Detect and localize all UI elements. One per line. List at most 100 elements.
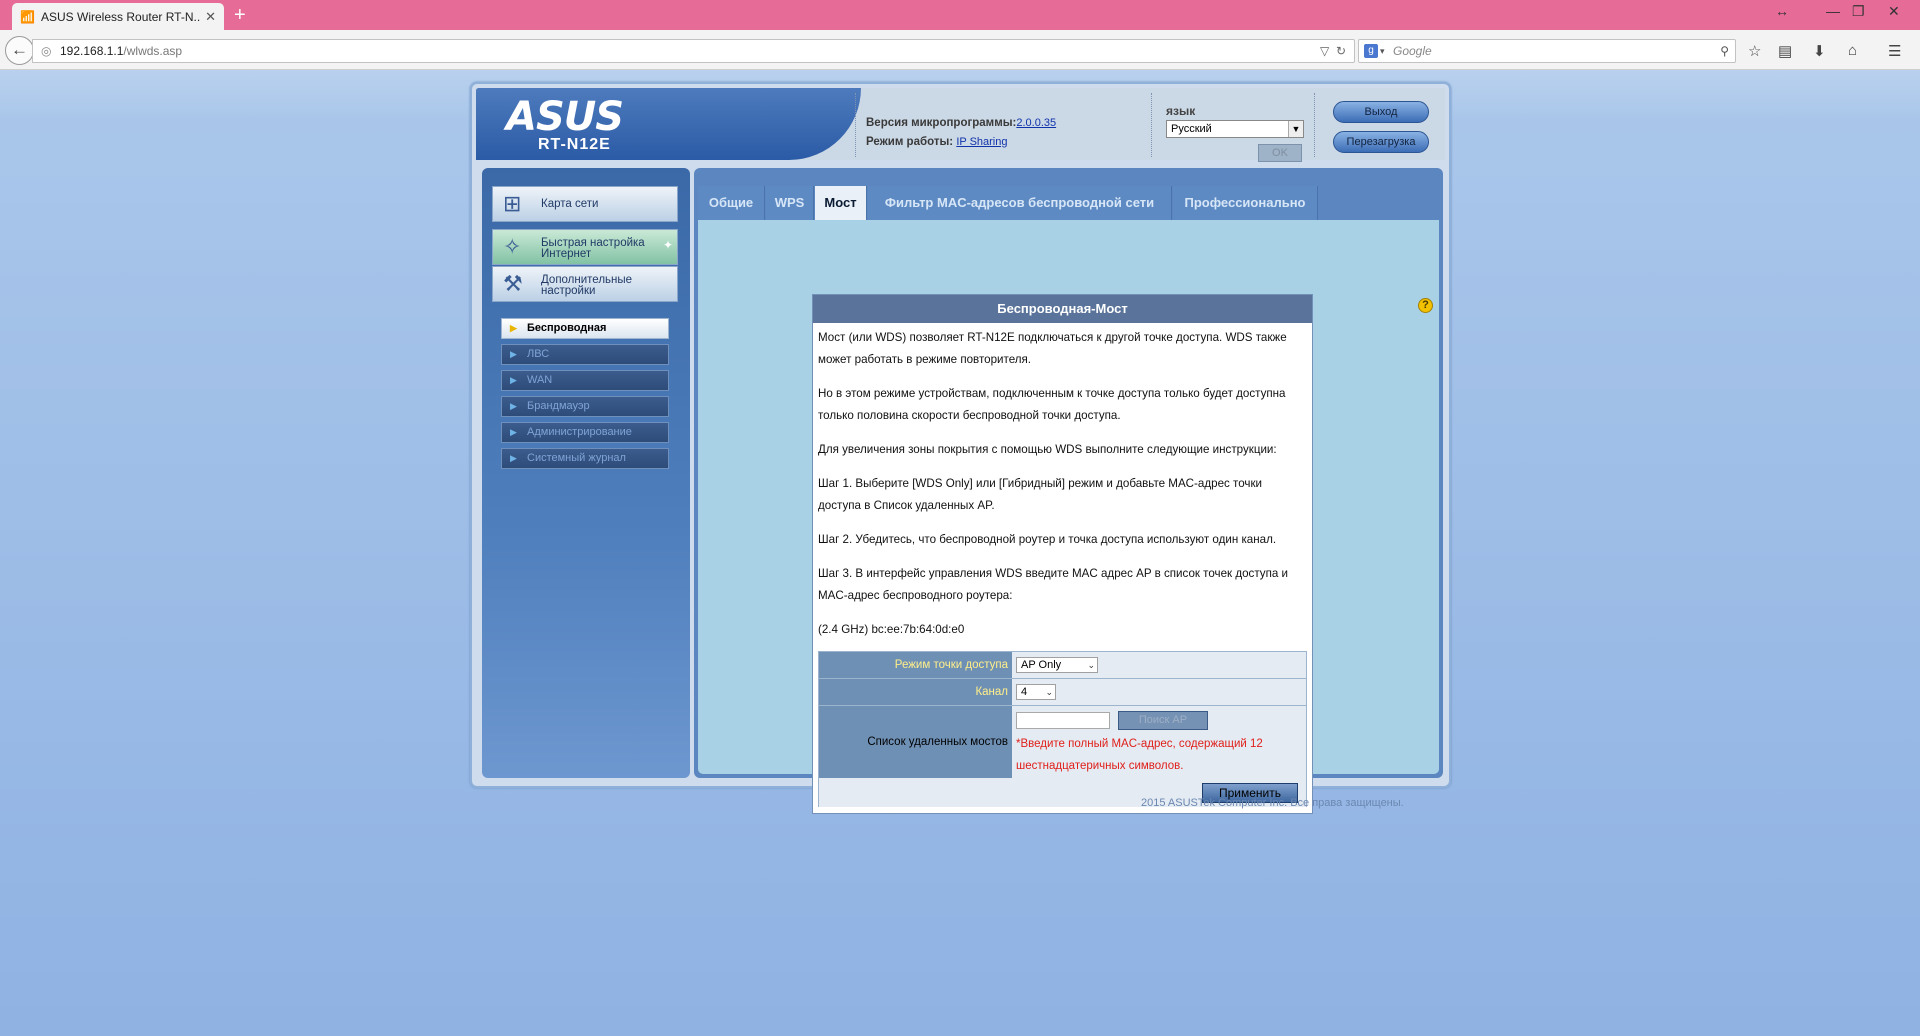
panel-title: Беспроводная-Мост: [813, 295, 1312, 323]
submenu-wan[interactable]: ▶ WAN: [501, 370, 669, 391]
ap-mode-value: AP Only: [1021, 659, 1062, 671]
divider: [855, 93, 856, 157]
asus-logo: ASUS: [506, 94, 624, 140]
desc-paragraph: Но в этом режиме устройствам, подключенн…: [818, 387, 1286, 422]
submenu-lan[interactable]: ▶ ЛВС: [501, 344, 669, 365]
tab-general[interactable]: Общие: [698, 186, 765, 220]
submenu-administration[interactable]: ▶ Администрирование: [501, 422, 669, 443]
model-name: RT-N12E: [538, 136, 611, 153]
wds-panel: Беспроводная-Мост Мост (или WDS) позволя…: [812, 294, 1313, 814]
desc-paragraph: Шаг 2. Убедитесь, что беспроводной роуте…: [818, 533, 1277, 546]
new-tab-icon[interactable]: +: [234, 5, 246, 25]
arrow-right-icon: ▶: [510, 349, 517, 359]
channel-label: Канал: [819, 679, 1012, 705]
firmware-info: Версия микропрограммы:2.0.0.35 Режим раб…: [866, 114, 1056, 152]
channel-value: 4: [1021, 686, 1028, 698]
language-label: язык: [1166, 104, 1196, 118]
engine-dropdown-icon[interactable]: ▾: [1380, 40, 1385, 62]
arrow-right-icon: ▶: [510, 427, 517, 437]
tab-wps[interactable]: WPS: [766, 186, 814, 220]
reload-icon[interactable]: ▽ ↻: [1320, 40, 1346, 62]
wds-form: Режим точки доступа AP Only ⌄ Канал 4 ⌄ …: [818, 651, 1307, 807]
mode-link[interactable]: IP Sharing: [956, 136, 1007, 148]
sidebar-item-label: Быстрая настройка Интернет: [541, 237, 645, 260]
ap-mode-label: Режим точки доступа: [819, 652, 1012, 678]
submenu-label: Системный журнал: [527, 452, 626, 464]
tab-professional[interactable]: Профессионально: [1173, 186, 1318, 220]
mode-label: Режим работы:: [866, 136, 954, 148]
bookmarks-list-icon[interactable]: ▤: [1778, 42, 1792, 60]
address-bar[interactable]: ◎ 192.168.1.1/wlwds.asp ▽ ↻: [32, 39, 1355, 63]
menu-hamburger-icon[interactable]: ☰: [1888, 42, 1901, 60]
tab-title: ASUS Wireless Router RT-N...: [41, 9, 202, 24]
mac-address-text: (2.4 GHz) bc:ee:7b:64:0d:e0: [818, 623, 965, 636]
globe-icon: ◎: [41, 44, 52, 58]
browser-tab[interactable]: 📶 ASUS Wireless Router RT-N... ✕: [12, 3, 224, 30]
desc-paragraph: Мост (или WDS) позволяет RT-N12E подключ…: [818, 331, 1287, 366]
submenu-label: ЛВС: [527, 348, 550, 360]
mac-error-text: *Введите полный MAC-адрес, содержащий 12…: [1016, 738, 1263, 772]
help-icon[interactable]: ?: [1418, 298, 1433, 313]
sidebar-item-label: Дополнительные настройки: [541, 274, 633, 297]
back-arrow-icon[interactable]: ←: [5, 36, 34, 65]
chevron-down-icon: ▼: [1288, 121, 1303, 137]
search-placeholder: Google: [1393, 44, 1432, 58]
browser-titlebar: 📶 ASUS Wireless Router RT-N... ✕ + ↔ — ❐…: [0, 0, 1920, 30]
download-icon[interactable]: ⬇: [1813, 42, 1826, 60]
tab-bridge[interactable]: Мост: [815, 186, 867, 220]
sidebar-item-advanced[interactable]: ⚒ Дополнительные настройки: [492, 266, 678, 302]
logo-area: ASUS RT-N12E: [476, 88, 861, 160]
url-path: /wlwds.asp: [123, 44, 183, 58]
browser-navbar: ← ◎ 192.168.1.1/wlwds.asp ▽ ↻ g ▾ Google…: [0, 30, 1920, 70]
form-row-channel: Канал 4 ⌄: [819, 679, 1306, 706]
tab-mac-filter[interactable]: Фильтр MAC-адресов беспроводной сети: [868, 186, 1172, 220]
remote-bridges-label: Список удаленных мостов: [819, 706, 1012, 778]
sidebar-item-label: Карта сети: [541, 198, 599, 210]
search-input[interactable]: g ▾ Google ⚲: [1358, 39, 1736, 63]
language-value: Русский: [1171, 123, 1212, 135]
firmware-link[interactable]: 2.0.0.35: [1016, 117, 1056, 129]
bookmark-star-icon[interactable]: ☆: [1748, 42, 1761, 60]
tab-close-icon[interactable]: ✕: [205, 9, 216, 25]
arrow-right-icon: ▶: [510, 375, 517, 385]
panel-description: Мост (или WDS) позволяет RT-N12E подключ…: [813, 323, 1312, 641]
wifi-favicon-icon: 📶: [20, 9, 35, 24]
form-row-ap-mode: Режим точки доступа AP Only ⌄: [819, 652, 1306, 679]
ap-mode-select[interactable]: AP Only ⌄: [1016, 657, 1098, 673]
desc-paragraph: Шаг 1. Выберите [WDS Only] или [Гибридны…: [818, 477, 1263, 512]
arrow-right-icon: ▶: [510, 453, 517, 463]
google-engine-icon[interactable]: g: [1364, 44, 1378, 58]
copyright-footer: 2015 ASUSTek Computer Inc. Все права защ…: [1141, 797, 1404, 809]
router-header: ASUS RT-N12E Версия микропрограммы:2.0.0…: [476, 88, 1445, 162]
arrow-right-icon: ▶: [510, 323, 517, 333]
desc-paragraph: Шаг 3. В интерфейс управления WDS введит…: [818, 567, 1289, 602]
submenu-system-log[interactable]: ▶ Системный журнал: [501, 448, 669, 469]
restore-icon[interactable]: ❐: [1852, 3, 1865, 20]
divider: [1314, 93, 1315, 157]
content-panel: ? Беспроводная-Мост Мост (или WDS) позво…: [698, 220, 1439, 814]
sidebar: ⊞ Карта сети ✧ Быстрая настройка Интерне…: [482, 168, 690, 778]
close-window-icon[interactable]: ✕: [1888, 3, 1900, 20]
magic-wand-icon: ✧: [503, 234, 522, 259]
chevron-down-icon: ⌄: [1045, 687, 1053, 697]
submenu-firewall[interactable]: ▶ Брандмауэр: [501, 396, 669, 417]
language-select[interactable]: Русский ▼: [1166, 120, 1304, 138]
sidebar-item-network-map[interactable]: ⊞ Карта сети: [492, 186, 678, 222]
router-frame: ASUS RT-N12E Версия микропрограммы:2.0.0…: [470, 82, 1451, 814]
tools-icon: ⚒: [503, 271, 523, 296]
language-ok-button[interactable]: OK: [1258, 144, 1302, 162]
channel-select[interactable]: 4 ⌄: [1016, 684, 1056, 700]
search-ap-button[interactable]: Поиск AP: [1118, 711, 1208, 730]
minimize-icon[interactable]: —: [1826, 3, 1840, 19]
sidebar-item-quick-setup[interactable]: ✧ Быстрая настройка Интернет ✦: [492, 229, 678, 265]
logout-button[interactable]: Выход: [1333, 101, 1429, 123]
reboot-button[interactable]: Перезагрузка: [1333, 131, 1429, 153]
mac-address-input[interactable]: [1016, 712, 1110, 729]
submenu-label: Беспроводная: [527, 322, 607, 334]
resize-icon[interactable]: ↔: [1775, 3, 1789, 19]
submenu-wireless[interactable]: ▶ Беспроводная: [501, 318, 669, 339]
url-host: 192.168.1.1: [60, 44, 124, 58]
network-map-icon: ⊞: [503, 191, 522, 216]
home-icon[interactable]: ⌂: [1848, 42, 1857, 59]
search-icon[interactable]: ⚲: [1720, 40, 1729, 62]
